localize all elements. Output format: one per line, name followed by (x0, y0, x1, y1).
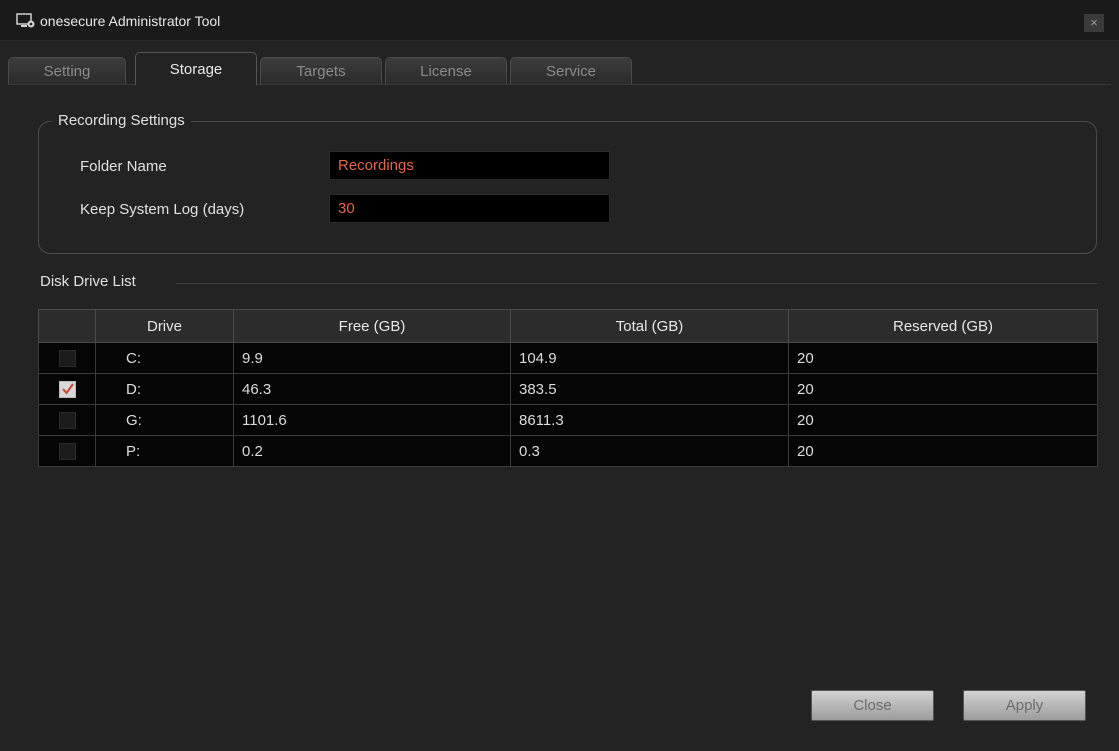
column-header-drive[interactable]: Drive (95, 309, 234, 343)
table-row[interactable]: P: 0.2 0.3 20 (38, 435, 1098, 467)
table-row[interactable]: C: 9.9 104.9 20 (38, 342, 1098, 374)
disk-drive-table: Drive Free (GB) Total (GB) Reserved (GB)… (38, 309, 1098, 467)
keep-log-input[interactable] (329, 194, 610, 223)
row-select-cell (38, 435, 96, 467)
row-select-cell (38, 373, 96, 405)
drive-cell: P: (95, 435, 234, 467)
total-cell: 104.9 (510, 342, 789, 374)
row-select-cell (38, 404, 96, 436)
section-divider (176, 283, 1097, 284)
column-header-select (38, 309, 96, 343)
reserved-cell[interactable]: 20 (788, 373, 1098, 405)
tab-license[interactable]: License (385, 57, 507, 84)
tab-storage[interactable]: Storage (135, 52, 257, 85)
folder-name-input[interactable] (329, 151, 610, 180)
free-cell: 9.9 (233, 342, 511, 374)
total-cell: 0.3 (510, 435, 789, 467)
table-header-row: Drive Free (GB) Total (GB) Reserved (GB) (38, 309, 1098, 343)
monitor-gear-icon (16, 13, 36, 29)
recording-settings-title: Recording Settings (52, 112, 191, 129)
disk-drive-list-title: Disk Drive List (40, 273, 136, 290)
free-cell: 46.3 (233, 373, 511, 405)
table-row[interactable]: D: 46.3 383.5 20 (38, 373, 1098, 405)
drive-checkbox[interactable] (58, 349, 76, 367)
column-header-free[interactable]: Free (GB) (233, 309, 511, 343)
keep-log-label: Keep System Log (days) (80, 201, 245, 218)
checkmark-icon (61, 383, 74, 395)
window-title: onesecure Administrator Tool (40, 13, 221, 29)
tab-setting[interactable]: Setting (8, 57, 126, 84)
recording-settings-group (38, 121, 1097, 254)
folder-name-label: Folder Name (80, 158, 167, 175)
row-select-cell (38, 342, 96, 374)
tab-service[interactable]: Service (510, 57, 632, 84)
close-button[interactable]: Close (811, 690, 934, 721)
column-header-reserved[interactable]: Reserved (GB) (788, 309, 1098, 343)
drive-cell: C: (95, 342, 234, 374)
tab-bar: Setting Storage Targets License Service (8, 52, 1111, 85)
free-cell: 0.2 (233, 435, 511, 467)
title-bar: onesecure Administrator Tool × (0, 0, 1119, 41)
drive-checkbox[interactable] (58, 411, 76, 429)
total-cell: 383.5 (510, 373, 789, 405)
table-row[interactable]: G: 1101.6 8611.3 20 (38, 404, 1098, 436)
apply-button[interactable]: Apply (963, 690, 1086, 721)
tab-targets[interactable]: Targets (260, 57, 382, 84)
column-header-total[interactable]: Total (GB) (510, 309, 789, 343)
close-icon[interactable]: × (1084, 14, 1104, 32)
drive-checkbox[interactable] (58, 442, 76, 460)
drive-cell: D: (95, 373, 234, 405)
drive-cell: G: (95, 404, 234, 436)
free-cell: 1101.6 (233, 404, 511, 436)
admin-tool-window: onesecure Administrator Tool × Setting S… (0, 0, 1119, 751)
total-cell: 8611.3 (510, 404, 789, 436)
reserved-cell[interactable]: 20 (788, 342, 1098, 374)
reserved-cell[interactable]: 20 (788, 435, 1098, 467)
drive-checkbox[interactable] (58, 380, 76, 398)
reserved-cell[interactable]: 20 (788, 404, 1098, 436)
